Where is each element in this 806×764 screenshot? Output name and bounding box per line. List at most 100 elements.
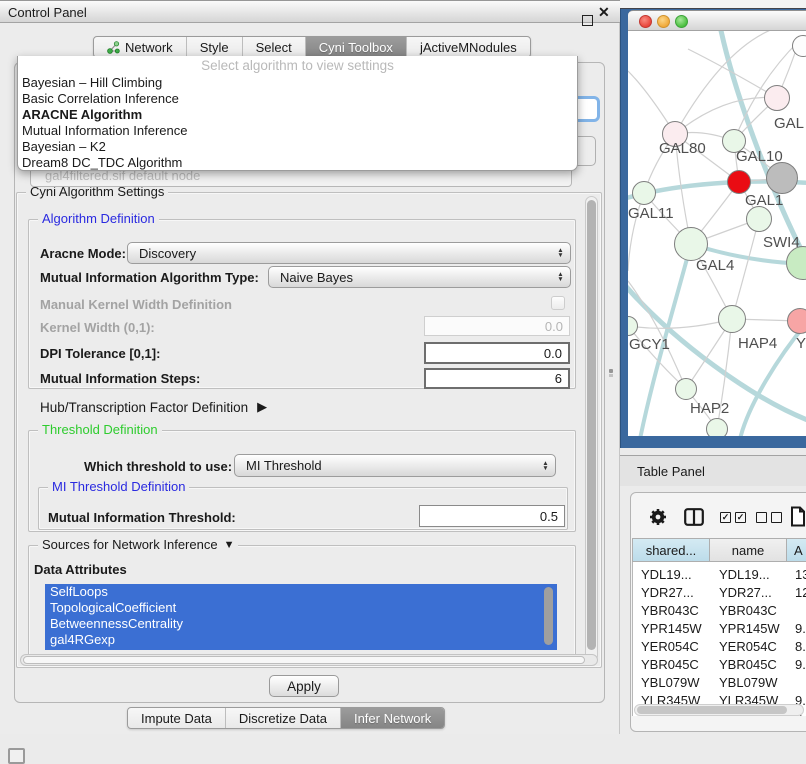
algorithm-option[interactable]: Mutual Information Inference — [18, 123, 577, 139]
document-icon[interactable] — [790, 506, 806, 530]
network-node[interactable] — [787, 308, 806, 334]
sources-title-label: Sources for Network Inference — [42, 538, 218, 552]
checkbox-unchecked-icon[interactable] — [756, 512, 782, 523]
algorithm-option-label: Bayesian – K2 — [22, 139, 106, 154]
table-column-header[interactable]: A — [786, 538, 806, 562]
aracne-mode-combo[interactable]: Discovery ▲▼ — [127, 242, 571, 264]
panel-splitter-handle[interactable] — [609, 369, 615, 378]
settings-scrollbar[interactable] — [585, 196, 598, 662]
table-hscrollbar[interactable] — [634, 704, 804, 716]
table-row[interactable]: YBL079WYBL079W — [633, 673, 806, 691]
algorithm-option[interactable]: Bayesian – K2 — [18, 139, 577, 155]
node-label: HAP2 — [690, 400, 729, 417]
algorithm-dropdown-placeholder: Select algorithm to view settings — [18, 56, 577, 75]
settings-scrollbar-thumb[interactable] — [587, 200, 596, 650]
tab-cyni-toolbox[interactable]: Cyni Toolbox — [305, 37, 406, 57]
sources-group-title[interactable]: Sources for Network Inference ▼ — [38, 538, 238, 552]
node-label: GAL1 — [745, 192, 783, 209]
algorithm-option[interactable]: Basic Correlation Inference — [18, 91, 577, 107]
algorithm-option-highlighted[interactable]: ARACNE Algorithm — [18, 107, 577, 123]
dpi-tolerance-field[interactable]: 0.0 — [424, 342, 570, 364]
settings-hscrollbar-thumb[interactable] — [23, 656, 585, 664]
list-item[interactable]: BetweennessCentrality — [45, 616, 557, 632]
network-node[interactable] — [632, 181, 656, 205]
cyni-bottom-tabbar: Impute Data Discretize Data Infer Networ… — [127, 707, 445, 729]
tab-infer-network[interactable]: Infer Network — [340, 708, 444, 728]
algorithm-option[interactable]: Dream8 DC_TDC Algorithm — [18, 155, 577, 171]
list-item[interactable]: SelfLoops — [45, 584, 557, 600]
table-row[interactable]: YDR27...YDR27...12. — [633, 583, 806, 601]
stepper-arrows-icon: ▲▼ — [553, 272, 570, 282]
node-label: GAL10 — [736, 148, 783, 165]
manual-kernel-label: Manual Kernel Width Definition — [40, 297, 232, 312]
mi-steps-label: Mutual Information Steps: — [40, 371, 200, 386]
tab-cyni-toolbox-label: Cyni Toolbox — [319, 40, 393, 55]
mi-threshold-label: Mutual Information Threshold: — [48, 510, 236, 525]
table-hscrollbar-thumb[interactable] — [637, 706, 787, 714]
hub-section-label: Hub/Transcription Factor Definition — [40, 400, 248, 415]
checkbox-checked-icon[interactable]: ✓✓ — [720, 512, 746, 523]
network-node[interactable] — [718, 305, 746, 333]
traffic-light-yellow[interactable] — [657, 15, 670, 28]
network-window-titlebar[interactable] — [628, 10, 806, 31]
list-item-label: gal4RGexp — [50, 632, 115, 647]
split-view-icon[interactable] — [684, 508, 704, 529]
list-item[interactable]: TopologicalCoefficient — [45, 600, 557, 616]
close-icon[interactable]: ✕ — [598, 4, 610, 21]
tab-impute-data[interactable]: Impute Data — [128, 708, 225, 728]
list-item[interactable]: gal4RGexp — [45, 632, 557, 648]
mi-algorithm-type-combo[interactable]: Naive Bayes ▲▼ — [268, 266, 571, 288]
desktop: { "control_panel": { "title": "Control P… — [0, 0, 806, 762]
table-column-header[interactable]: shared... — [632, 538, 710, 562]
tab-select[interactable]: Select — [242, 37, 305, 57]
table-row[interactable]: YBR045CYBR045C9. — [633, 655, 806, 673]
traffic-light-green[interactable] — [675, 15, 688, 28]
expand-arrow-icon: ▶ — [257, 399, 267, 415]
network-node[interactable] — [675, 378, 697, 400]
network-canvas[interactable]: GAL GAL80 GAL10 GAL1 GAL11 GAL4 SWI4 GCY… — [628, 31, 806, 436]
kernel-width-field: 0.0 — [424, 316, 570, 336]
apply-button-label: Apply — [287, 679, 321, 694]
table-row[interactable]: YBR043CYBR043C — [633, 601, 806, 619]
network-node[interactable] — [674, 227, 708, 261]
node-label: GAL11 — [628, 205, 674, 222]
tab-style[interactable]: Style — [186, 37, 242, 57]
network-node[interactable] — [746, 206, 772, 232]
mi-steps-field[interactable]: 6 — [424, 368, 570, 389]
algorithm-dropdown: Select algorithm to view settings Bayesi… — [17, 56, 578, 171]
node-label: Y — [796, 335, 806, 352]
mi-threshold-field[interactable]: 0.5 — [419, 505, 565, 527]
hub-section-expander[interactable]: Hub/Transcription Factor Definition ▶ — [40, 399, 267, 415]
network-node[interactable] — [766, 162, 798, 194]
control-panel-title: Control Panel — [8, 5, 87, 20]
mi-threshold-value: 0.5 — [540, 509, 558, 524]
manual-kernel-checkbox[interactable] — [551, 296, 565, 310]
list-item-label: BetweennessCentrality — [50, 616, 183, 631]
tab-discretize-data[interactable]: Discretize Data — [225, 708, 340, 728]
float-window-icon[interactable] — [582, 15, 593, 26]
kernel-width-label: Kernel Width (0,1): — [40, 320, 155, 335]
tab-network[interactable]: Network — [94, 37, 186, 57]
gear-icon[interactable] — [648, 507, 668, 530]
traffic-light-red[interactable] — [639, 15, 652, 28]
threshold-group-title: Threshold Definition — [38, 423, 162, 437]
table-row[interactable]: YER054CYER054C8. — [633, 637, 806, 655]
table-row[interactable]: YDL19...YDL19...13. — [633, 565, 806, 583]
network-node-selected[interactable] — [727, 170, 751, 194]
settings-hscrollbar[interactable] — [20, 654, 598, 666]
tab-jactivemnodules[interactable]: jActiveMNodules — [406, 37, 530, 57]
node-label: HAP4 — [738, 335, 777, 352]
node-label: GCY1 — [629, 336, 670, 353]
network-node[interactable] — [706, 418, 728, 436]
tab-select-label: Select — [256, 40, 292, 55]
table-column-header[interactable]: name — [709, 538, 787, 562]
apply-button[interactable]: Apply — [269, 675, 339, 697]
which-threshold-combo[interactable]: MI Threshold ▲▼ — [234, 454, 556, 477]
network-node[interactable] — [764, 85, 790, 111]
table-row[interactable]: YPR145WYPR145W9. — [633, 619, 806, 637]
algorithm-option-label: Mutual Information Inference — [22, 123, 187, 138]
which-threshold-value: MI Threshold — [246, 458, 322, 473]
algorithm-option[interactable]: Bayesian – Hill Climbing — [18, 75, 577, 91]
list-scrollbar-thumb[interactable] — [544, 587, 553, 645]
mi-algorithm-type-value: Naive Bayes — [280, 270, 353, 285]
